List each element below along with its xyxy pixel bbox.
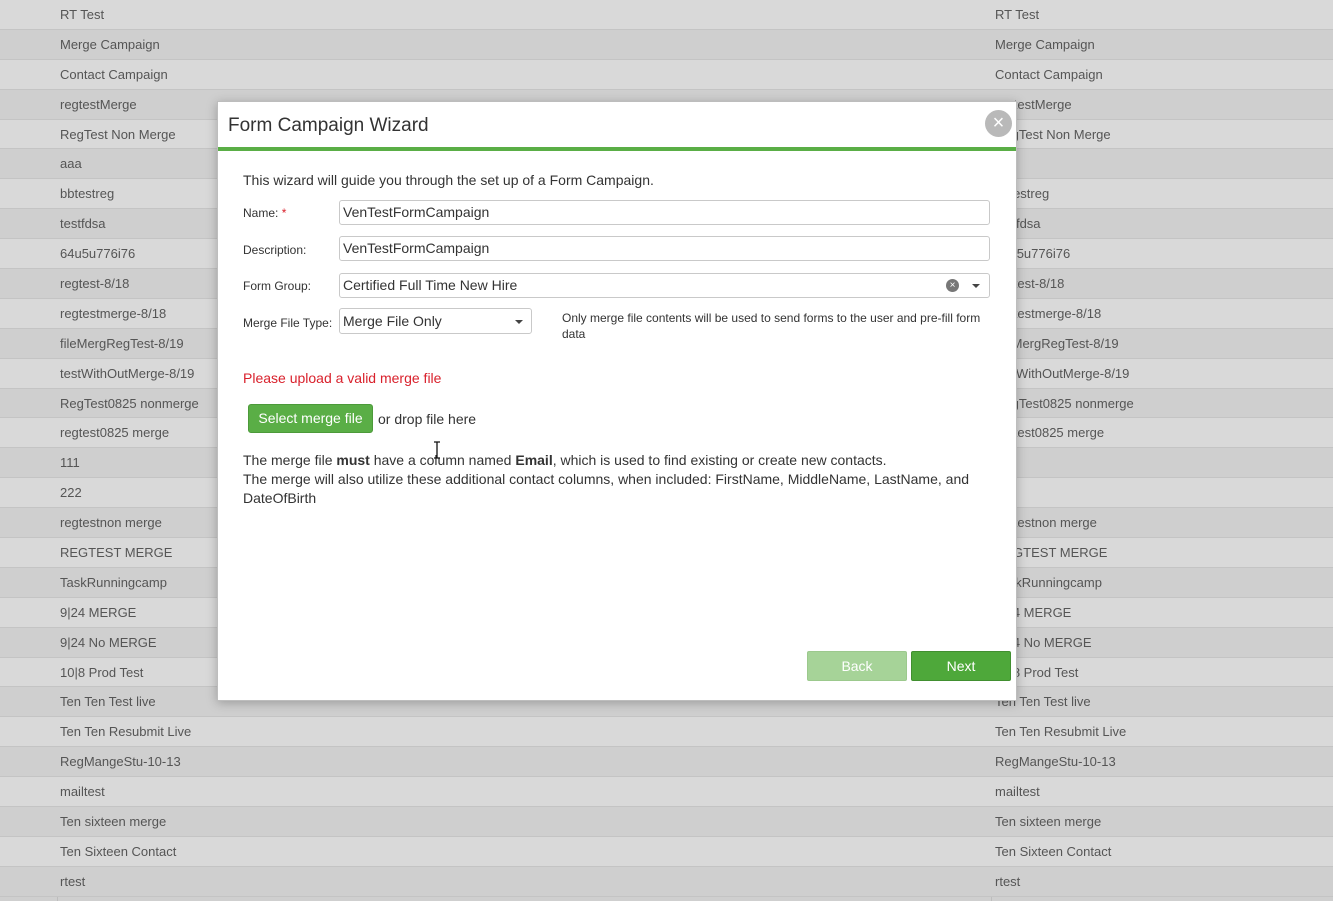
description-label: Description: (243, 243, 307, 257)
row-name-cell: Contact Campaign (60, 66, 168, 82)
table-row[interactable]: rtest rtest (0, 866, 1333, 897)
next-button[interactable]: Next (911, 651, 1011, 681)
row-name-cell: Ten sixteen merge (60, 814, 167, 830)
row-title-cell: Contact Campaign (995, 66, 1103, 82)
close-icon[interactable]: × (985, 110, 1012, 137)
table-row[interactable]: mailtest mailtest (0, 777, 1333, 808)
info-bold: Email (515, 452, 553, 468)
chevron-down-icon[interactable] (515, 320, 523, 324)
row-title-cell: 222 (995, 478, 1325, 507)
table-row[interactable]: Ten Ten Resubmit Live Ten Ten Resubmit Li… (0, 717, 1333, 748)
clear-icon[interactable]: × (946, 279, 959, 292)
row-title-cell: RegTest0825 nonmerge (995, 395, 1134, 411)
merge-file-type-label: Merge File Type: (243, 316, 333, 330)
table-row[interactable]: RT Test RT Test (0, 0, 1333, 30)
form-group-select[interactable]: Certified Full Time New Hire × (339, 273, 990, 298)
text-cursor-icon (434, 441, 440, 459)
required-marker: * (281, 206, 287, 220)
row-title-cell: rtest (995, 873, 1021, 889)
row-title-cell: 64u5u776i76 (995, 246, 1071, 262)
chevron-down-icon[interactable] (972, 284, 980, 288)
row-title-cell: Ten Ten Test live (995, 694, 1091, 710)
table-row[interactable]: Merge Campaign Merge Campaign (0, 29, 1333, 60)
name-label-text: Name: (243, 206, 279, 220)
table-row[interactable]: RegMangeStu-10-13 RegMangeStu-10-13 (0, 747, 1333, 778)
form-campaign-wizard-dialog: Form Campaign Wizard × This wizard will … (217, 101, 1017, 701)
row-title-cell: regtestmerge-8/18 (995, 305, 1102, 321)
row-name-cell: Ten Sixteen Contact (60, 843, 177, 859)
row-title-cell: regtestnon merge (995, 515, 1097, 531)
name-field[interactable]: VenTestFormCampaign (339, 200, 990, 225)
row-title-cell: 9|24 No MERGE (995, 634, 1092, 650)
form-group-value: Certified Full Time New Hire (343, 277, 518, 293)
name-label: Name: * (243, 206, 286, 220)
row-title-cell: 111 (995, 448, 1325, 477)
merge-file-type-select[interactable]: Merge File Only (339, 308, 532, 334)
intro-text: This wizard will guide you through the s… (243, 172, 654, 188)
row-title-cell: 9|24 MERGE (995, 604, 1072, 620)
row-title-cell: testfdsa (995, 216, 1041, 232)
back-button[interactable]: Back (807, 651, 907, 681)
error-message: Please upload a valid merge file (243, 370, 442, 386)
name-field-value: VenTestFormCampaign (343, 204, 490, 220)
merge-file-type-value: Merge File Only (343, 313, 442, 329)
info-bold: must (336, 452, 370, 468)
row-title-cell: Ten sixteen merge (995, 814, 1102, 830)
row-title-cell: Merge Campaign (995, 36, 1095, 52)
merge-file-type-hint: Only merge file contents will be used to… (562, 311, 981, 341)
merge-info-line-2: The merge will also utilize these additi… (243, 471, 970, 506)
row-title-cell: regtest0825 merge (995, 425, 1105, 441)
row-title-cell: regtest-8/18 (995, 276, 1065, 292)
description-field-value: VenTestFormCampaign (343, 240, 490, 256)
row-title-cell: regtestMerge (995, 96, 1072, 112)
table-row[interactable]: Ten Sixteen Contact Ten Sixteen Contact (0, 836, 1333, 867)
description-field[interactable]: VenTestFormCampaign (339, 236, 990, 261)
merge-info-line-1: The merge file must have a column named … (243, 451, 983, 470)
row-title-cell: fileMergRegTest-8/19 (995, 335, 1119, 351)
row-title-cell: RegTest Non Merge (995, 126, 1111, 142)
dialog-title: Form Campaign Wizard (228, 115, 429, 136)
info-text: The merge file (243, 452, 337, 468)
merge-info-text: The merge file must have a column named … (243, 451, 983, 508)
row-name-cell: rtest (60, 873, 86, 889)
row-name-cell: mailtest (60, 784, 105, 800)
dialog-header: Form Campaign Wizard × (218, 102, 1016, 151)
row-name-cell: Merge Campaign (60, 36, 160, 52)
row-title-cell: bbtestreg (995, 186, 1050, 202)
select-merge-file-button[interactable]: Select merge file (248, 404, 373, 433)
row-name-cell: Ten Ten Resubmit Live (60, 724, 192, 740)
info-text: , which is used to find existing or crea… (552, 452, 887, 468)
table-row[interactable]: Contact Campaign Contact Campaign (0, 59, 1333, 90)
row-title-cell: aaa (995, 149, 1325, 178)
row-title-cell: TaskRunningcamp (995, 574, 1102, 590)
drop-zone-text[interactable]: or drop file here (378, 411, 476, 427)
row-title-cell: testWithOutMerge-8/19 (995, 365, 1130, 381)
row-title-cell: RegMangeStu-10-13 (995, 754, 1116, 770)
row-title-cell: Ten Ten Resubmit Live (995, 724, 1127, 740)
row-title-cell: mailtest (995, 784, 1040, 800)
table-row[interactable]: Ten sixteen merge Ten sixteen merge (0, 807, 1333, 837)
info-text: have a column named (369, 452, 516, 468)
row-name-cell: RT Test (60, 7, 105, 22)
row-title-cell: RT Test (995, 7, 1040, 22)
row-title-cell: 10|8 Prod Test (995, 664, 1079, 680)
row-title-cell: Ten Sixteen Contact (995, 843, 1112, 859)
form-group-label: Form Group: (243, 279, 312, 293)
row-title-cell: REGTEST MERGE (995, 545, 1108, 561)
row-name-cell: RegMangeStu-10-13 (60, 754, 181, 770)
